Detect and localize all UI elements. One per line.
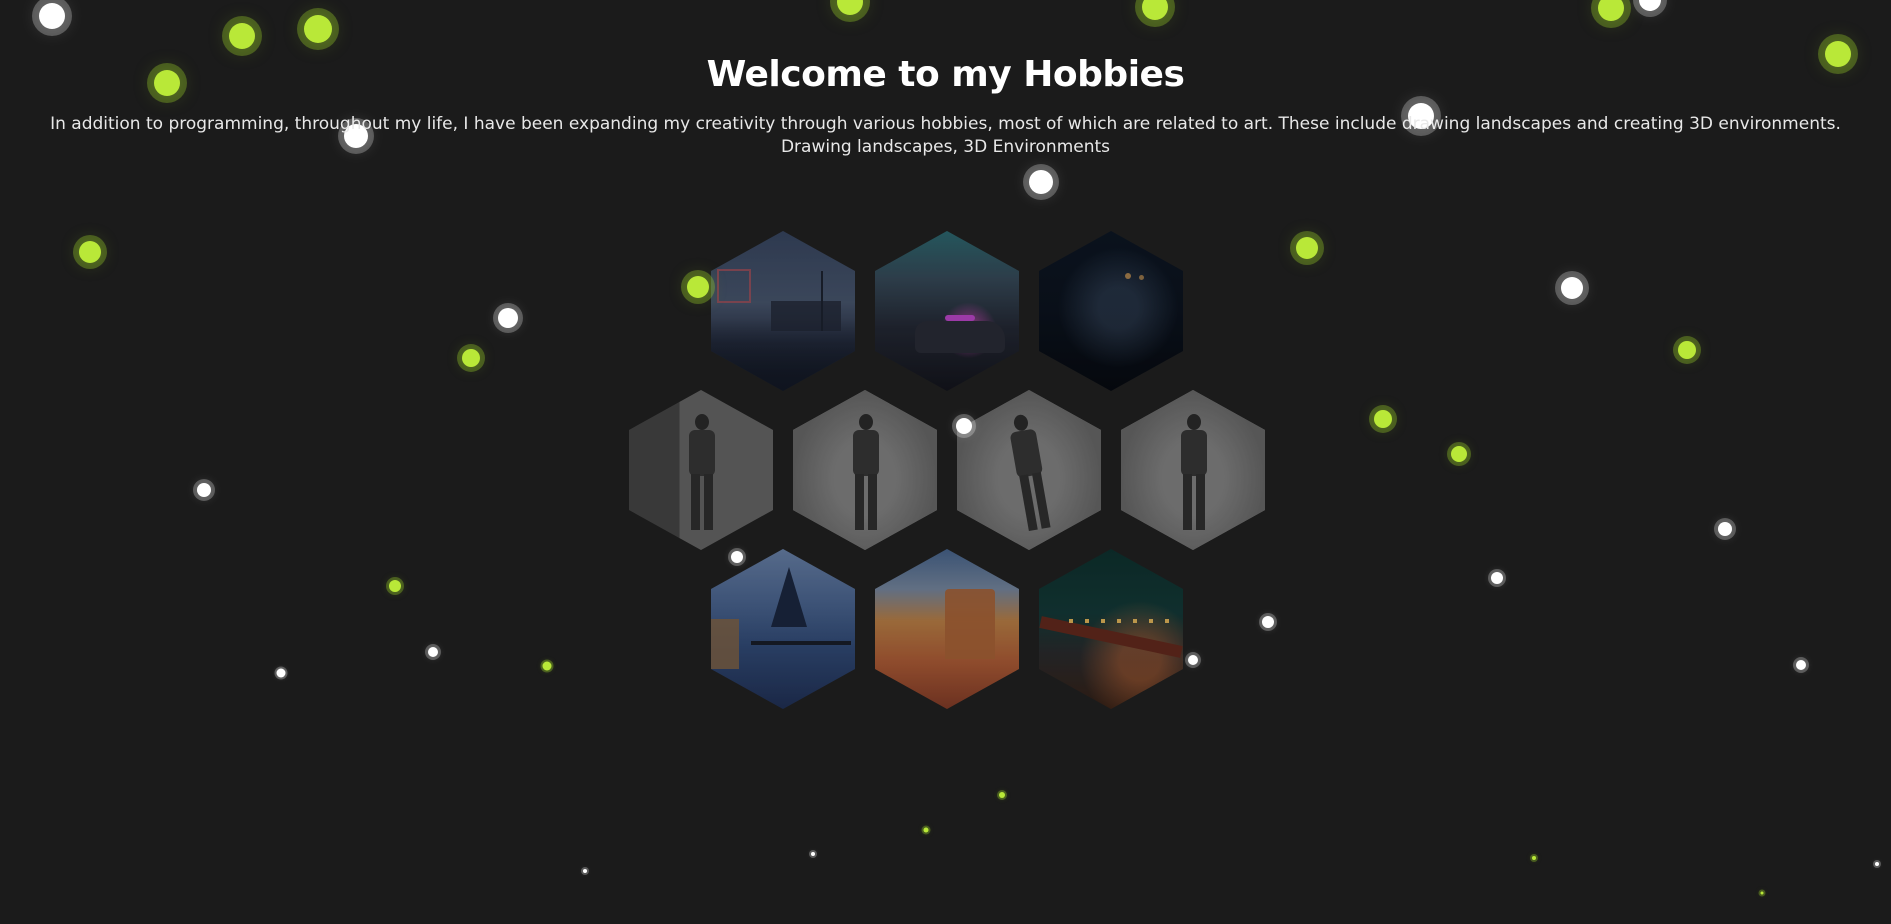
gallery-item-night-bridge[interactable] [1039,549,1183,709]
intro-paragraph: In addition to programming, throughout m… [50,114,1841,157]
page-title: Welcome to my Hobbies [706,54,1185,96]
gallery-item-sketch-armored[interactable] [793,390,937,550]
gallery-item-desert-canyon[interactable] [875,549,1019,709]
gallery-item-snowy-cabin[interactable] [711,549,855,709]
gallery-item-sketch-running[interactable] [957,390,1101,550]
gallery-item-sketch-standing[interactable] [1121,390,1265,550]
hobbies-page: Welcome to my Hobbies In addition to pro… [0,0,1891,924]
gallery-item-motel-street[interactable] [711,231,855,391]
gallery-item-police-car[interactable] [875,231,1019,391]
gallery-item-sketch-jacket[interactable] [629,390,773,550]
gallery-item-night-lake[interactable] [1039,231,1183,391]
